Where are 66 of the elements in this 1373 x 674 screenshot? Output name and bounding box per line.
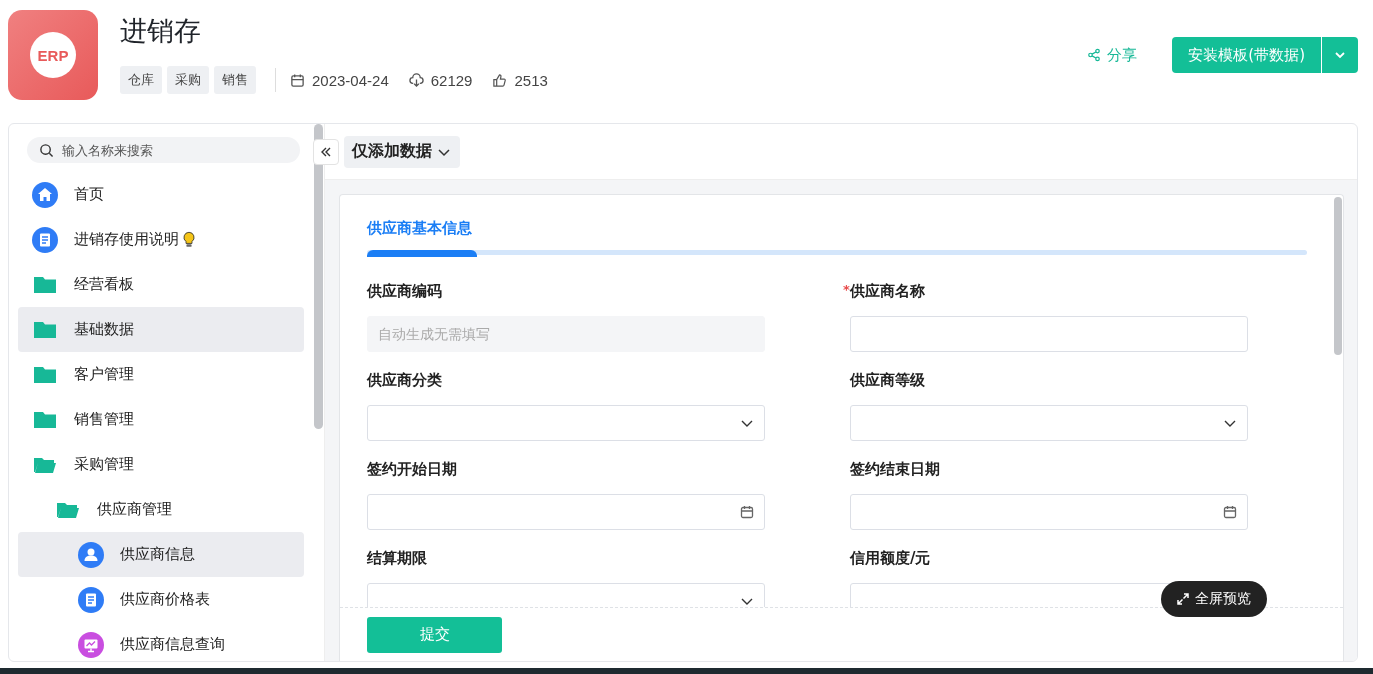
search-input[interactable]: 输入名称来搜索 bbox=[60, 141, 264, 159]
expand-icon bbox=[1177, 593, 1189, 605]
chevron-down-icon bbox=[1334, 49, 1346, 61]
fullscreen-preview-overlay[interactable]: 全屏预览 bbox=[1161, 581, 1267, 617]
tag: 采购 bbox=[167, 66, 209, 94]
select-field[interactable] bbox=[367, 405, 765, 441]
tag: 仓库 bbox=[120, 66, 162, 94]
mode-dropdown[interactable]: 仅添加数据 bbox=[344, 135, 460, 168]
calendar-icon bbox=[290, 72, 305, 88]
required-mark: * bbox=[843, 282, 850, 297]
select-field[interactable] bbox=[850, 405, 1248, 441]
download-count: 62129 bbox=[430, 71, 473, 89]
collapse-button[interactable] bbox=[313, 138, 339, 165]
input-field[interactable] bbox=[850, 316, 1248, 352]
sidebar-item[interactable]: 供应商信息 bbox=[18, 532, 304, 577]
tag: 销售 bbox=[214, 66, 256, 94]
calendar-icon bbox=[740, 505, 754, 519]
sidebar-item[interactable]: 首页 bbox=[18, 172, 304, 217]
sidebar-item[interactable]: 客户管理 bbox=[18, 352, 304, 397]
like-count: 2513 bbox=[514, 71, 548, 89]
sidebar-item[interactable]: 经营看板 bbox=[18, 262, 304, 307]
sidebar-item-label: 首页 bbox=[74, 185, 104, 204]
sidebar-item-label: 基础数据 bbox=[74, 320, 134, 339]
user-icon bbox=[78, 541, 104, 568]
app-title: 进销存 bbox=[120, 14, 202, 48]
scrollbar[interactable] bbox=[1334, 197, 1342, 355]
field-label: 供应商等级 bbox=[850, 371, 926, 391]
logo-text: ERP bbox=[30, 32, 76, 78]
sidebar-item-label: 销售管理 bbox=[74, 410, 134, 429]
sidebar-item-label: 供应商信息 bbox=[120, 545, 195, 564]
sidebar-item-label: 供应商信息查询 bbox=[120, 635, 225, 654]
document-icon bbox=[78, 586, 104, 613]
sidebar-item[interactable]: 供应商管理 bbox=[18, 487, 304, 532]
date-field[interactable] bbox=[850, 494, 1248, 530]
sidebar-item[interactable]: 供应商信息查询 bbox=[18, 622, 304, 661]
search-field[interactable]: 输入名称来搜索 bbox=[27, 137, 300, 163]
search-icon bbox=[39, 142, 54, 158]
sidebar-item[interactable]: 销售管理 bbox=[18, 397, 304, 442]
sidebar-item-label: 采购管理 bbox=[74, 455, 134, 474]
field-label: 供应商编码 bbox=[367, 282, 443, 302]
sidebar-item[interactable]: 采购管理 bbox=[18, 442, 304, 487]
sidebar-item[interactable]: 供应商价格表 bbox=[18, 577, 304, 622]
publish-date: 2023-04-24 bbox=[312, 71, 389, 89]
form-tab[interactable]: 供应商基本信息 bbox=[367, 219, 1307, 238]
field-label: 签约开始日期 bbox=[367, 460, 458, 480]
scrollbar[interactable] bbox=[314, 124, 323, 429]
dropdown-button[interactable] bbox=[1321, 37, 1358, 73]
sidebar-item-label: 经营看板 bbox=[74, 275, 134, 294]
sidebar-item-label: 供应商价格表 bbox=[120, 590, 210, 609]
chart-icon bbox=[78, 631, 104, 658]
sidebar-item-label: 供应商管理 bbox=[97, 500, 172, 519]
field-label: 信用额度/元 bbox=[850, 549, 932, 569]
sidebar-item-label: 客户管理 bbox=[74, 365, 134, 384]
cloud-download-icon bbox=[408, 72, 424, 88]
sidebar-item[interactable]: 进销存使用说明 bbox=[18, 217, 304, 262]
home-icon bbox=[32, 181, 58, 208]
date-field[interactable] bbox=[367, 494, 765, 530]
thumbs-up-icon bbox=[492, 72, 508, 88]
share-icon bbox=[1087, 48, 1102, 62]
document-icon bbox=[32, 226, 58, 253]
field-label: 供应商分类 bbox=[367, 371, 443, 391]
sidebar-item-label: 进销存使用说明 bbox=[74, 230, 179, 249]
field-label: 结算期限 bbox=[367, 549, 428, 569]
field-label: 签约结束日期 bbox=[850, 460, 941, 480]
sidebar-item[interactable]: 基础数据 bbox=[18, 307, 304, 352]
calendar-icon bbox=[1223, 505, 1237, 519]
